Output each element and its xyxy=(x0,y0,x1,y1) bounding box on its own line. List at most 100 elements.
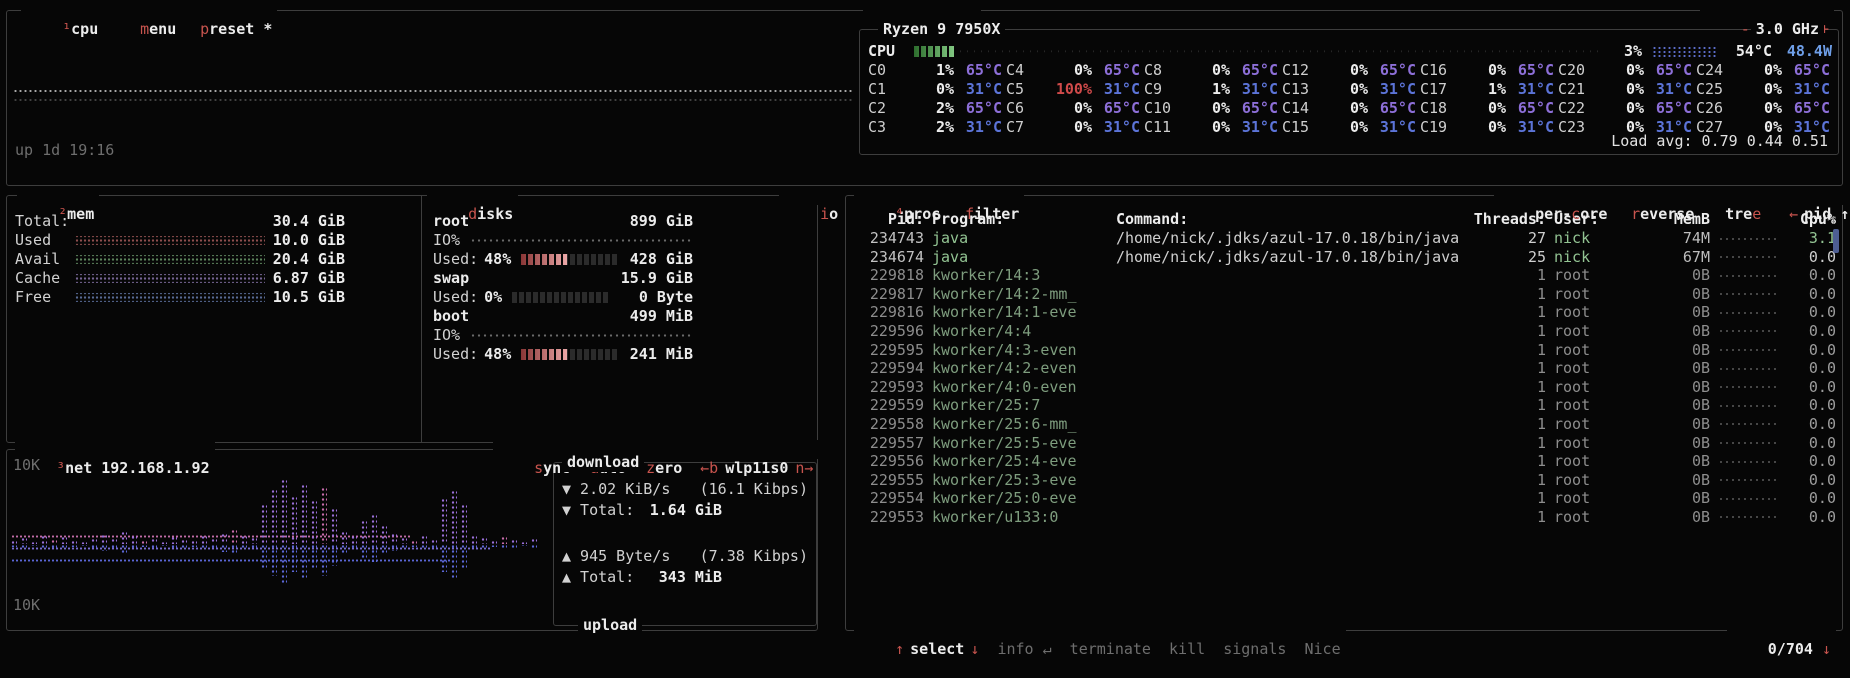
core-stat: C13 0% 31°C xyxy=(1282,80,1416,98)
process-row[interactable]: 229818 kworker/14:3 1 root 0B 0.0 xyxy=(854,266,1836,285)
cpu-temp: 54°C xyxy=(1735,42,1772,60)
mem-box-title[interactable]: ²mem xyxy=(17,186,100,223)
core-stat: C16 0% 65°C xyxy=(1420,61,1554,79)
mem-meter xyxy=(75,293,265,302)
footer-action-kill[interactable]: kill xyxy=(1151,640,1205,658)
update-interval: -2000ms+ xyxy=(1699,1,1834,38)
disk-rows: root899 GiBIO%Used:48%428 GiBswap15.9 Gi… xyxy=(427,196,693,442)
core-stat: C3 2% 31°C xyxy=(868,118,1002,136)
process-row[interactable]: 229817 kworker/14:2-mm_ 1 root 0B 0.0 xyxy=(854,285,1836,304)
process-row[interactable]: 229553 kworker/u133:0 1 root 0B 0.0 xyxy=(854,508,1836,527)
process-row[interactable]: 229554 kworker/25:0-eve 1 root 0B 0.0 xyxy=(854,489,1836,508)
uptime-label: up 1d 19:16 xyxy=(15,141,115,159)
net-box-title[interactable]: ³net 192.168.1.92 xyxy=(15,440,215,477)
core-stat: C10 0% 65°C xyxy=(1144,99,1278,117)
process-row[interactable]: 234674 java/home/nick/.jdks/azul-17.0.18/… xyxy=(854,248,1836,267)
core-stat: C24 0% 65°C xyxy=(1696,61,1830,79)
process-row[interactable]: 229595 kworker/4:3-even 1 root 0B 0.0 xyxy=(854,341,1836,360)
disks-title[interactable]: disks xyxy=(427,186,519,223)
filter-button[interactable]: filter xyxy=(924,186,1025,223)
scroll-down-arrow[interactable]: ↓ xyxy=(1822,640,1831,658)
footer-action-terminate[interactable]: terminate xyxy=(1052,640,1151,658)
mem-row-avail: Avail 20.4 GiB xyxy=(15,250,345,268)
process-row[interactable]: 229557 kworker/25:5-eve 1 root 0B 0.0 xyxy=(854,434,1836,453)
header-command[interactable]: Command: xyxy=(1116,210,1458,229)
preset-button[interactable]: preset * xyxy=(159,1,278,38)
upload-speed: ▲ 945 Byte/s xyxy=(562,547,671,565)
net-graph xyxy=(11,466,549,618)
disk-used-row: Used: 0% 0 Byte xyxy=(433,288,693,306)
disks-divider xyxy=(421,196,422,442)
load-average: Load avg: 0.79 0.44 0.51 xyxy=(1611,132,1828,150)
sort-column[interactable]: pid ↑ xyxy=(1798,205,1850,223)
cpu-history-graph-lower xyxy=(13,98,853,102)
upload-title: upload xyxy=(578,616,643,635)
interval-decrease-button[interactable]: - xyxy=(1741,20,1750,38)
disk-name-row: boot 499 MiB xyxy=(433,307,693,325)
process-row[interactable]: 229556 kworker/25:4-eve 1 root 0B 0.0 xyxy=(854,452,1836,471)
cpu-box-number: ¹ xyxy=(62,20,72,38)
net-ip-address: 192.168.1.92 xyxy=(101,459,210,477)
core-stat: C6 0% 65°C xyxy=(1006,99,1140,117)
footer-action-info[interactable]: info ↵ xyxy=(997,640,1051,658)
iface-next-button[interactable]: n→ xyxy=(795,459,813,477)
core-stat: C25 0% 31°C xyxy=(1696,80,1830,98)
process-row[interactable]: 229593 kworker/4:0-even 1 root 0B 0.0 xyxy=(854,378,1836,397)
download-total-row: ▼ Total: 1.64 GiB xyxy=(562,501,722,519)
disk-io-row: IO% xyxy=(433,231,693,250)
net-box-number: ³ xyxy=(56,459,66,477)
disk-io-row: IO% xyxy=(433,326,693,345)
process-row[interactable]: 229559 kworker/25:7 1 root 0B 0.0 xyxy=(854,396,1836,415)
footer-action-signals[interactable]: signals xyxy=(1205,640,1286,658)
net-iface-switcher: ←b wlp11s0 n→ xyxy=(659,440,819,477)
mem-row-cache: Cache 6.87 GiB xyxy=(15,269,345,287)
core-stat: C2 2% 65°C xyxy=(868,99,1002,117)
upload-total-row: ▲ Total: 343 MiB xyxy=(562,568,722,586)
cpu-total-percent: 3% xyxy=(1623,42,1642,60)
select-up-arrow[interactable]: ↑ xyxy=(895,640,904,658)
net-graph-band-blue xyxy=(11,558,451,563)
cpu-history-graph xyxy=(13,89,853,93)
process-row[interactable]: 229596 kworker/4:4 1 root 0B 0.0 xyxy=(854,322,1836,341)
cpu-box-title[interactable]: ¹cpu xyxy=(21,1,104,38)
iface-prev-button[interactable]: ←b xyxy=(700,459,718,477)
cpu-model-title: Ryzen 9 7950X xyxy=(878,20,1006,39)
core-stat: C22 0% 65°C xyxy=(1558,99,1692,117)
process-row[interactable]: 229555 kworker/25:3-eve 1 root 0B 0.0 xyxy=(854,471,1836,490)
footer-action-nice[interactable]: Nice xyxy=(1286,640,1340,658)
mem-box: ²mem disks io Total: 30.4 GiB Used10.0 G… xyxy=(6,186,844,443)
proc-count: 0/704 ↓ xyxy=(1726,621,1836,658)
disk-used-row: Used: 48% 428 GiB xyxy=(433,250,693,268)
cpu-total-row: CPU 3% 54°C 48.4W xyxy=(868,42,1832,61)
upload-speed-bits: (7.38 Kibps) xyxy=(699,547,808,565)
process-row[interactable]: 229558 kworker/25:6-mm_ 1 root 0B 0.0 xyxy=(854,415,1836,434)
select-label: select xyxy=(910,640,965,658)
io-mode-toggle[interactable]: io xyxy=(779,186,844,223)
process-row[interactable]: 234743 java/home/nick/.jdks/azul-17.0.18/… xyxy=(854,229,1836,248)
core-stat: C18 0% 65°C xyxy=(1420,99,1554,117)
cpu-frequency: 3.0 GHz xyxy=(1750,20,1824,39)
upload-total: 343 MiB xyxy=(658,568,722,586)
select-down-arrow[interactable]: ↓ xyxy=(970,640,979,658)
proc-footer-actions: info ↵ terminate kill signals Nice xyxy=(997,640,1340,658)
core-stat: C12 0% 65°C xyxy=(1282,61,1416,79)
disk-used-bar xyxy=(521,349,618,360)
process-row[interactable]: 229816 kworker/14:1-eve 1 root 0B 0.0 xyxy=(854,303,1836,322)
core-stat: C7 0% 31°C xyxy=(1006,118,1140,136)
clock: 18:18:40 xyxy=(863,1,982,38)
cpu-box: ¹cpu menu preset * 18:18:40 -2000ms+ up … xyxy=(6,1,1843,186)
sort-prev-arrow[interactable]: ← xyxy=(1789,205,1798,223)
scrollbar-thumb[interactable] xyxy=(1833,229,1839,253)
net-speed-box: download upload ▼ 2.02 KiB/s (16.1 Kibps… xyxy=(553,453,817,635)
download-speed-row: ▼ 2.02 KiB/s (16.1 Kibps) xyxy=(562,480,808,499)
reverse-toggle[interactable]: reverse xyxy=(1590,186,1700,223)
mem-row-used: Used10.0 GiB xyxy=(15,231,345,250)
download-speed-bits: (16.1 Kibps) xyxy=(699,480,808,498)
core-stat: C4 0% 65°C xyxy=(1006,61,1140,79)
process-row[interactable]: 229594 kworker/4:2-even 1 root 0B 0.0 xyxy=(854,359,1836,378)
core-stat: C5 100% 31°C xyxy=(1006,80,1140,98)
proc-footer: ↑ select ↓ info ↵ terminate kill signals N… xyxy=(854,621,1346,658)
btop-terminal: { "clock": "18:18:40", "interval": { "mi… xyxy=(0,0,1850,658)
mem-rows: Total: 30.4 GiB Used10.0 GiBAvail20.4 Gi… xyxy=(15,196,345,442)
mem-row-free: Free 10.5 GiB xyxy=(15,288,345,306)
